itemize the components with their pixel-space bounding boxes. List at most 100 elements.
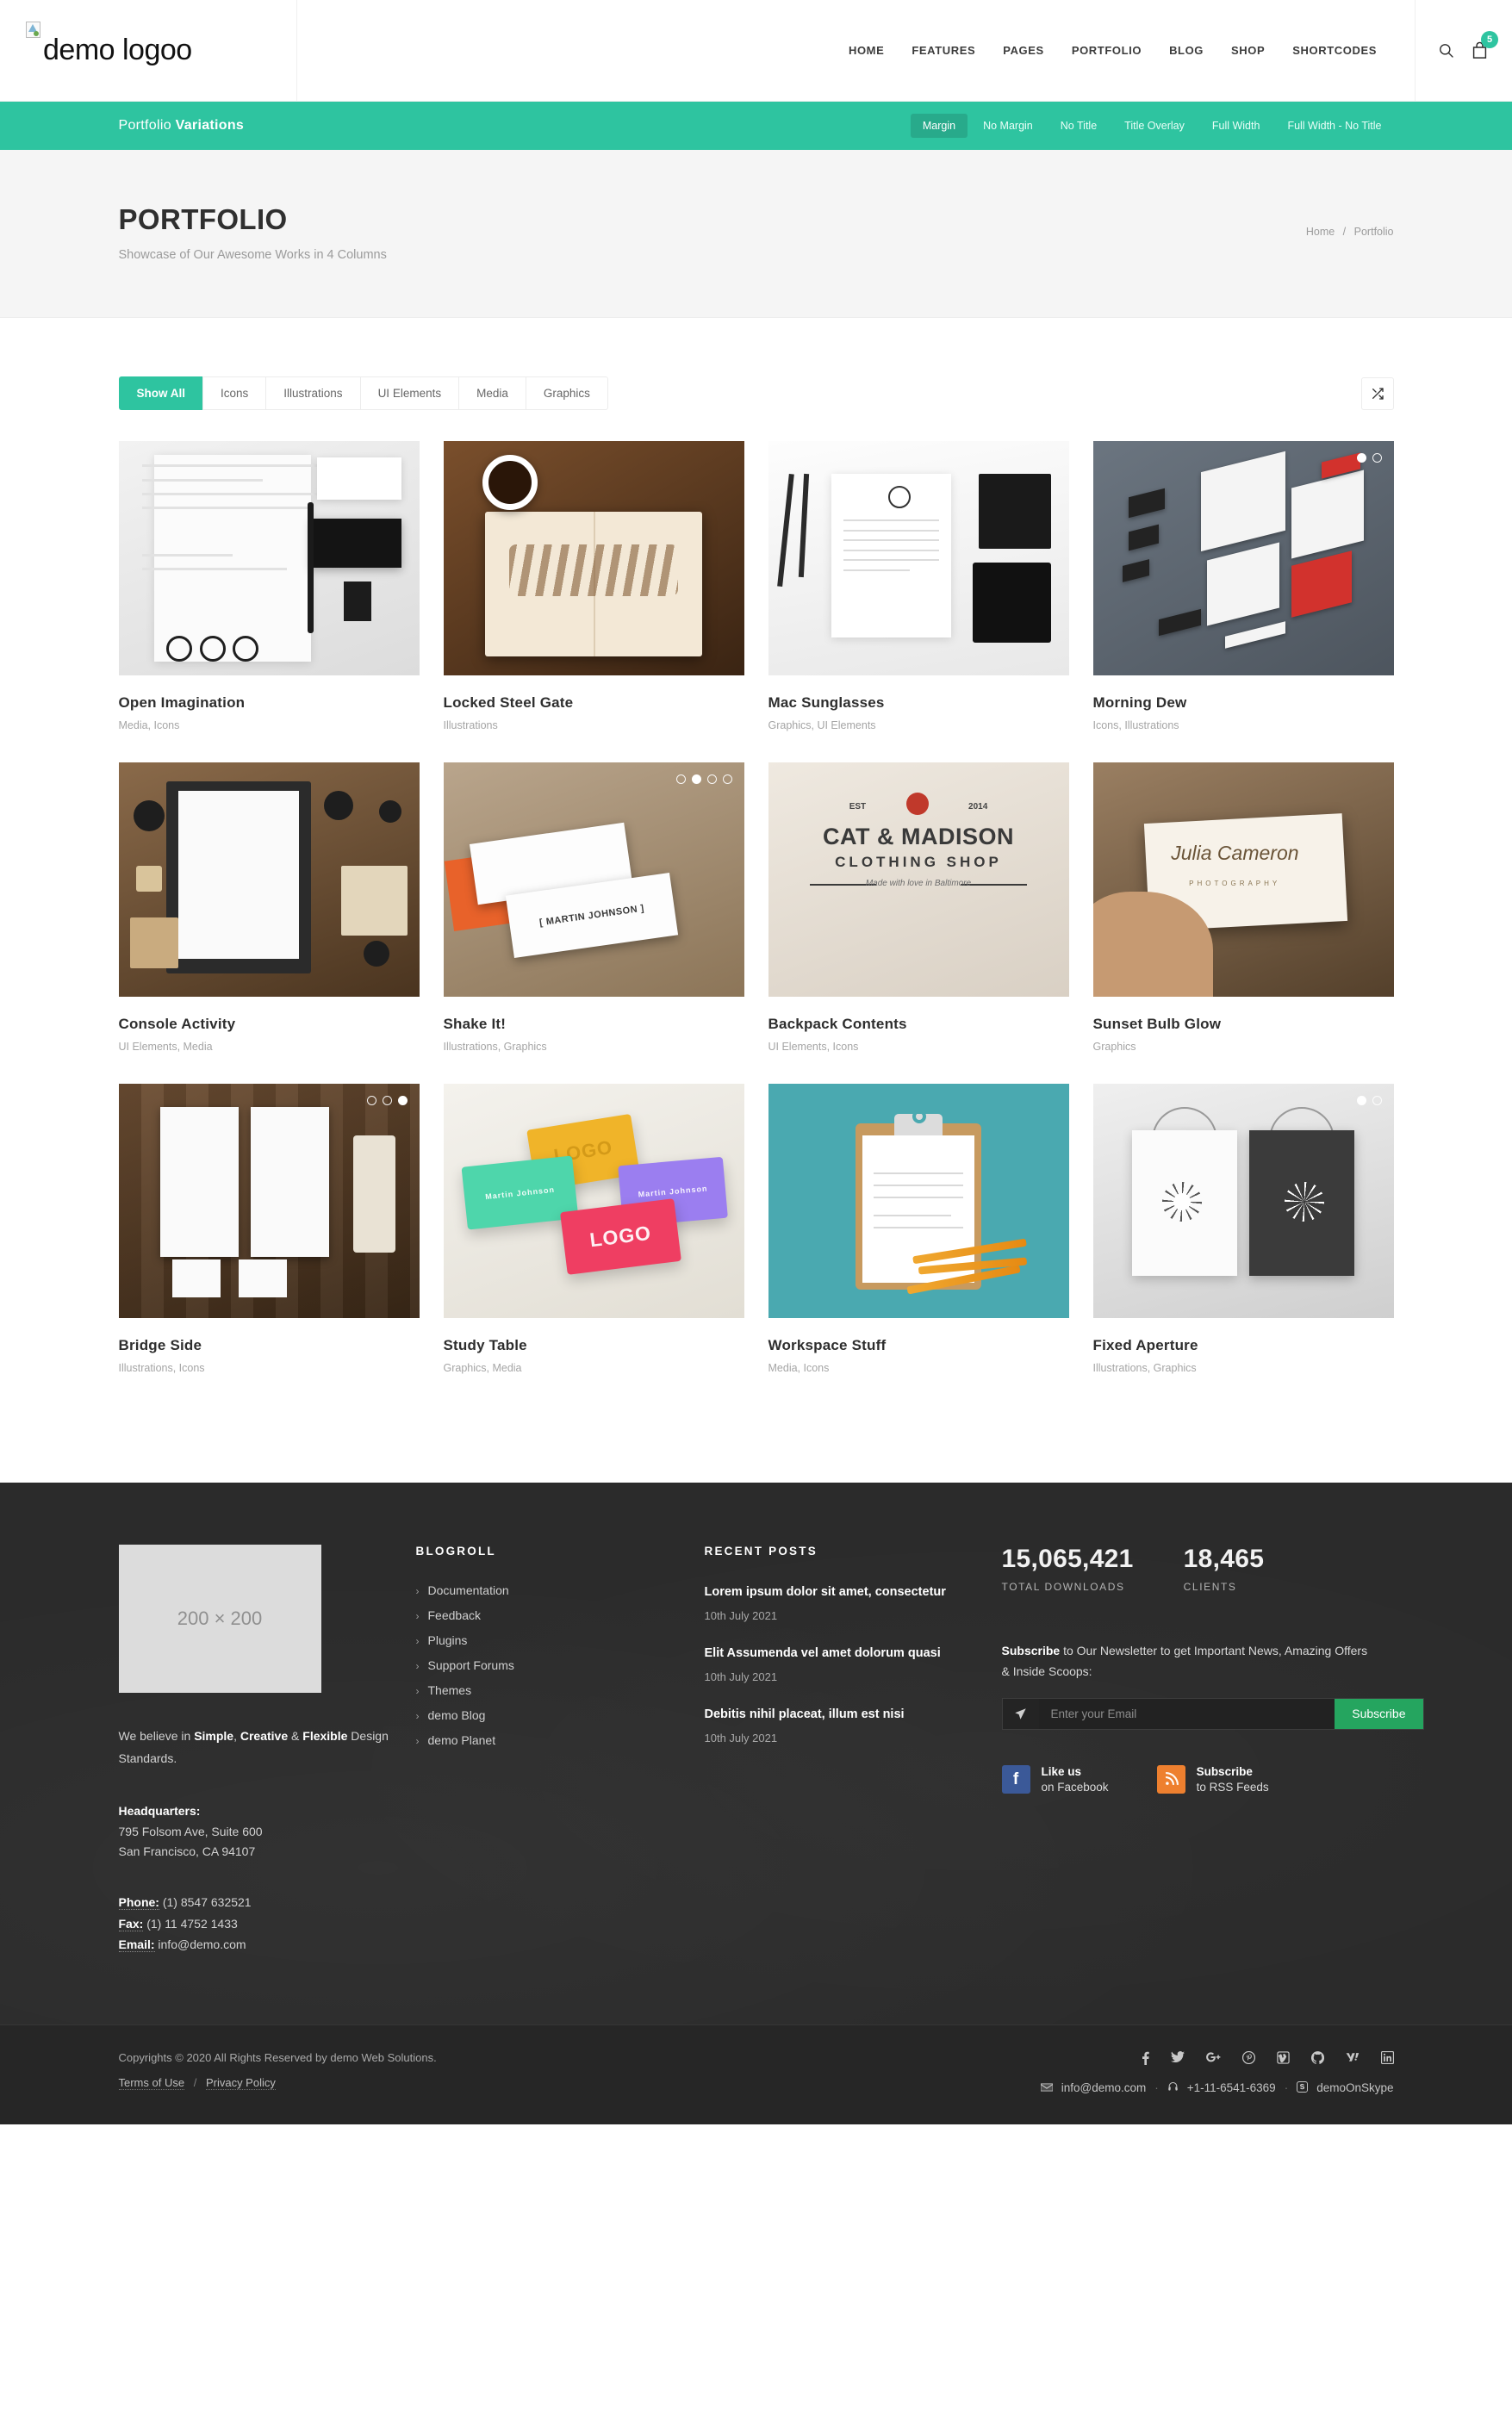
blogroll-link[interactable]: Feedback	[428, 1608, 481, 1622]
portfolio-title[interactable]: Shake It!	[444, 1016, 744, 1033]
filter-show-all[interactable]: Show All	[118, 376, 202, 410]
facebook-cta[interactable]: f Like us on Facebook	[1001, 1764, 1109, 1795]
dot[interactable]	[675, 774, 686, 784]
rss-cta[interactable]: Subscribe to RSS Feeds	[1156, 1764, 1269, 1795]
vimeo-icon[interactable]	[1276, 2051, 1290, 2068]
dot[interactable]	[1356, 453, 1366, 463]
recent-post[interactable]: Lorem ipsum dolor sit amet, consectetur …	[705, 1583, 1002, 1622]
portfolio-thumbnail[interactable]	[118, 1084, 420, 1318]
blogroll-link[interactable]: demo Blog	[428, 1708, 486, 1722]
dot[interactable]	[382, 1096, 392, 1105]
shuffle-button[interactable]	[1360, 376, 1394, 410]
nav-item-shop[interactable]: SHOP	[1217, 44, 1279, 57]
thumbnail-dots[interactable]	[675, 774, 732, 784]
portfolio-title[interactable]: Open Imagination	[119, 694, 420, 712]
portfolio-title[interactable]: Fixed Aperture	[1093, 1337, 1394, 1354]
list-item[interactable]: › demo Blog	[416, 1708, 705, 1722]
terms-link[interactable]: Terms of Use	[118, 2075, 185, 2090]
portfolio-item[interactable]: Julia Cameron PHOTOGRAPHY Sunset Bulb Gl…	[1092, 762, 1394, 1084]
dot[interactable]	[722, 774, 732, 784]
pinterest-icon[interactable]	[1241, 2050, 1255, 2068]
portfolio-item[interactable]: LOGO Martin Johnson Martin Johnson LOGO …	[443, 1084, 744, 1405]
yahoo-icon[interactable]	[1346, 2051, 1360, 2068]
facebook-icon[interactable]	[1142, 2051, 1149, 2068]
nav-item-shortcodes[interactable]: SHORTCODES	[1279, 44, 1391, 57]
blogroll-link[interactable]: Plugins	[428, 1633, 468, 1647]
twitter-icon[interactable]	[1170, 2050, 1185, 2068]
recent-post-title[interactable]: Elit Assumenda vel amet dolorum quasi	[705, 1645, 1002, 1663]
filter-illustrations[interactable]: Illustrations	[265, 376, 360, 410]
portfolio-title[interactable]: Bridge Side	[119, 1337, 420, 1354]
filter-icons[interactable]: Icons	[202, 376, 266, 410]
thumbnail-dots[interactable]	[1356, 453, 1382, 463]
cart-button[interactable]: 5	[1472, 31, 1498, 59]
newsletter-subscribe-button[interactable]: Subscribe	[1335, 1698, 1423, 1729]
portfolio-item[interactable]: EST 2014 CAT & MADISON CLOTHING SHOP Mad…	[768, 762, 1069, 1084]
list-item[interactable]: › Plugins	[416, 1633, 705, 1647]
dot[interactable]	[1356, 1096, 1366, 1105]
blogroll-link[interactable]: Themes	[428, 1683, 472, 1697]
breadcrumb-home[interactable]: Home	[1306, 226, 1335, 238]
portfolio-item[interactable]: Morning Dew Icons, Illustrations	[1092, 441, 1394, 762]
portfolio-title[interactable]: Mac Sunglasses	[768, 694, 1069, 712]
portfolio-item[interactable]: [ MARTIN JOHNSON ] Shake It! Illustratio…	[443, 762, 744, 1084]
dot[interactable]	[1372, 453, 1382, 463]
portfolio-thumbnail[interactable]: [ MARTIN JOHNSON ]	[443, 762, 744, 997]
subnav-item-no-title[interactable]: No Title	[1048, 114, 1109, 138]
portfolio-thumbnail[interactable]	[1092, 1084, 1394, 1318]
nav-item-pages[interactable]: PAGES	[989, 44, 1058, 57]
portfolio-title[interactable]: Workspace Stuff	[768, 1337, 1069, 1354]
google-plus-icon[interactable]	[1205, 2051, 1221, 2068]
nav-item-portfolio[interactable]: PORTFOLIO	[1058, 44, 1155, 57]
portfolio-item[interactable]: Open Imagination Media, Icons	[118, 441, 420, 762]
dot[interactable]	[706, 774, 717, 784]
subnav-item-title-overlay[interactable]: Title Overlay	[1112, 114, 1197, 138]
logo-area[interactable]: demo logoo	[0, 0, 297, 102]
search-button[interactable]	[1438, 42, 1454, 59]
portfolio-item[interactable]: Mac Sunglasses Graphics, UI Elements	[768, 441, 1069, 762]
dot[interactable]	[1372, 1096, 1382, 1105]
nav-item-blog[interactable]: BLOG	[1155, 44, 1217, 57]
list-item[interactable]: › Documentation	[416, 1583, 705, 1597]
list-item[interactable]: › Themes	[416, 1683, 705, 1697]
list-item[interactable]: › demo Planet	[416, 1733, 705, 1747]
filter-graphics[interactable]: Graphics	[525, 376, 608, 410]
github-icon[interactable]	[1310, 2050, 1324, 2068]
subnav-item-full-width[interactable]: Full Width	[1200, 114, 1272, 138]
dot[interactable]	[397, 1096, 408, 1105]
blogroll-link[interactable]: Support Forums	[428, 1658, 514, 1672]
list-item[interactable]: › Feedback	[416, 1608, 705, 1622]
portfolio-thumbnail[interactable]: LOGO Martin Johnson Martin Johnson LOGO	[443, 1084, 744, 1318]
portfolio-title[interactable]: Morning Dew	[1093, 694, 1394, 712]
portfolio-item[interactable]: Console Activity UI Elements, Media	[118, 762, 420, 1084]
recent-post-title[interactable]: Lorem ipsum dolor sit amet, consectetur	[705, 1583, 1002, 1601]
blogroll-link[interactable]: demo Planet	[428, 1733, 496, 1747]
subnav-item-no-margin[interactable]: No Margin	[971, 114, 1045, 138]
dot[interactable]	[366, 1096, 376, 1105]
portfolio-thumbnail[interactable]	[118, 441, 420, 675]
email-value[interactable]: info@demo.com	[158, 1937, 246, 1951]
nav-item-features[interactable]: FEATURES	[898, 44, 989, 57]
portfolio-thumbnail[interactable]	[443, 441, 744, 675]
recent-post-title[interactable]: Debitis nihil placeat, illum est nisi	[705, 1706, 1002, 1724]
portfolio-item[interactable]: Workspace Stuff Media, Icons	[768, 1084, 1069, 1405]
portfolio-thumbnail[interactable]	[1092, 441, 1394, 675]
subnav-item-margin[interactable]: Margin	[910, 114, 968, 138]
portfolio-item[interactable]: Fixed Aperture Illustrations, Graphics	[1092, 1084, 1394, 1405]
footer-skype[interactable]: demoOnSkype	[1316, 2081, 1393, 2094]
recent-post[interactable]: Debitis nihil placeat, illum est nisi 10…	[705, 1706, 1002, 1744]
subnav-item-full-width-no-title[interactable]: Full Width - No Title	[1275, 114, 1393, 138]
portfolio-title[interactable]: Sunset Bulb Glow	[1093, 1016, 1394, 1033]
blogroll-link[interactable]: Documentation	[428, 1583, 509, 1597]
footer-email[interactable]: info@demo.com	[1061, 2081, 1147, 2094]
linkedin-icon[interactable]	[1380, 2050, 1394, 2068]
thumbnail-dots[interactable]	[1356, 1096, 1382, 1105]
portfolio-item[interactable]: Bridge Side Illustrations, Icons	[118, 1084, 420, 1405]
portfolio-thumbnail[interactable]	[118, 762, 420, 997]
newsletter-email-input[interactable]	[1038, 1698, 1335, 1729]
thumbnail-dots[interactable]	[366, 1096, 408, 1105]
recent-post[interactable]: Elit Assumenda vel amet dolorum quasi 10…	[705, 1645, 1002, 1683]
portfolio-item[interactable]: Locked Steel Gate Illustrations	[443, 441, 744, 762]
portfolio-thumbnail[interactable]	[768, 441, 1069, 675]
portfolio-thumbnail[interactable]	[768, 1084, 1069, 1318]
